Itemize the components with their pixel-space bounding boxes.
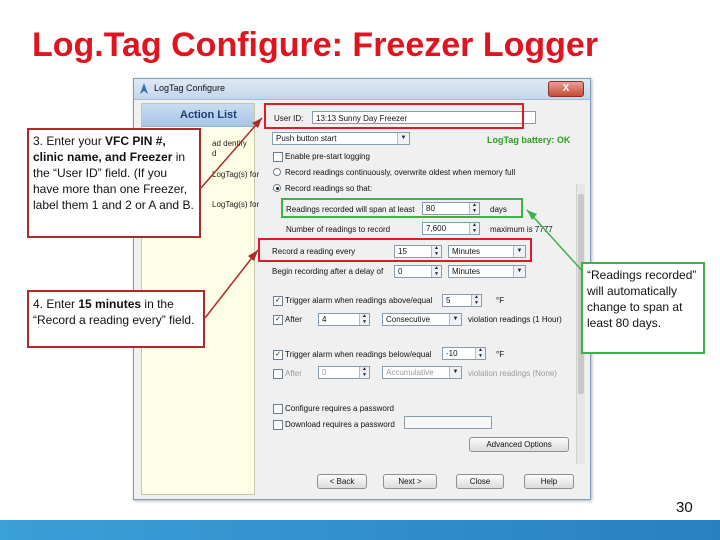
action-list-item[interactable]: LogTag(s) for [212,200,259,209]
advanced-options-button[interactable]: Advanced Options [469,437,569,452]
chevron-down-icon: ▼ [397,133,409,144]
back-button[interactable]: < Back [317,474,367,489]
spin-arrows-icon[interactable]: ▲ ▼ [359,366,369,378]
slide-title: Log.Tag Configure: Freezer Logger [32,26,599,64]
chevron-down-icon: ▼ [449,367,461,378]
alarm-below-after-checkbox[interactable] [273,369,283,379]
enable-pre-start-checkbox[interactable] [273,152,283,162]
record-continuously-label: Record readings continuously, overwrite … [285,168,516,177]
record-continuously-radio[interactable] [273,168,281,176]
alarm-above-after-value: 4 [322,315,327,324]
user-id-highlight [264,103,524,129]
chevron-down-icon: ▼ [513,266,525,277]
alarm-above-after-label: After [285,315,302,324]
download-password-checkbox[interactable] [273,420,283,430]
footer-bar [0,520,720,540]
begin-delay-input[interactable]: 0 ▲ ▼ [394,265,442,278]
alarm-above-input[interactable]: 5 ▲ ▼ [442,294,482,307]
enable-pre-start-label: Enable pre-start logging [285,152,370,161]
callout-text: 4. Enter [33,297,79,311]
action-list-title: Action List [180,109,237,121]
help-button[interactable]: Help [524,474,574,489]
number-of-readings-value: 7,600 [426,224,447,233]
alarm-below-after-input[interactable]: 0 ▲ ▼ [318,366,370,379]
alarm-above-after-input[interactable]: 4 ▲ ▼ [318,313,370,326]
record-so-that-label: Record readings so that: [285,184,373,193]
action-list-item[interactable]: d [212,149,216,158]
logtag-configure-window: LogTag Configure X Action List ad dentif… [133,78,591,500]
alarm-above-mode-select[interactable]: Consecutive ▼ [382,313,462,326]
logtag-app-icon [140,83,148,94]
begin-delay-unit-value: Minutes [452,267,481,276]
callout-text: 3. Enter your [33,134,106,148]
readings-span-highlight [281,198,523,218]
user-id-callout: 3. Enter your VFC PIN #, clinic name, an… [27,128,201,238]
maximum-readings-label: maximum is 7777 [490,225,553,234]
alarm-below-input[interactable]: -10 ▲ ▼ [442,347,486,360]
alarm-below-checkbox[interactable]: ✓ [273,350,283,360]
alarm-below-mode-select[interactable]: Accumulative ▼ [382,366,462,379]
spin-arrows-icon[interactable]: ▲ ▼ [359,313,369,325]
alarm-below-value: -10 [446,349,458,358]
download-password-label: Download requires a password [285,420,395,429]
alarm-above-unit: °F [496,296,505,305]
action-list-header: Action List [142,104,254,127]
action-list-item[interactable]: ad dentify [212,139,247,148]
start-method-select[interactable]: Push button start ▼ [272,132,410,145]
record-so-that-radio[interactable] [273,184,281,192]
alarm-below-label: Trigger alarm when readings below/equal [285,350,432,359]
battery-status: LogTag battery: OK [487,135,571,145]
alarm-above-value: 5 [446,296,451,305]
page-number: 30 [676,499,693,516]
record-every-callout: 4. Enter 15 minutes in the “Record a rea… [27,290,205,348]
spin-arrows-icon[interactable]: ▲ ▼ [431,265,441,277]
configure-password-checkbox[interactable] [273,404,283,414]
readings-span-callout: “Readings recorded” will automatically c… [581,262,705,354]
action-list-item[interactable]: LogTag(s) for [212,170,259,179]
start-method-value: Push button start [276,134,337,143]
alarm-below-after-label: After [285,369,302,378]
alarm-above-mode-suffix: violation readings (1 Hour) [468,315,562,324]
close-button[interactable]: Close [456,474,504,489]
configure-password-label: Configure requires a password [285,404,394,413]
alarm-above-label: Trigger alarm when readings above/equal [285,296,433,305]
spin-arrows-icon[interactable]: ▲ ▼ [475,347,485,359]
password-input[interactable] [404,416,492,429]
alarm-below-mode-suffix: violation readings (None) [468,369,557,378]
alarm-below-mode-value: Accumulative [386,368,434,377]
number-of-readings-label: Number of readings to record [286,225,391,234]
begin-delay-unit-select[interactable]: Minutes ▼ [448,265,526,278]
spin-arrows-icon[interactable]: ▲ ▼ [471,294,481,306]
alarm-below-unit: °F [496,350,505,359]
chevron-down-icon: ▼ [449,314,461,325]
window-close-button[interactable]: X [548,81,584,97]
alarm-above-mode-value: Consecutive [386,315,431,324]
begin-delay-value: 0 [398,267,403,276]
next-button[interactable]: Next > [383,474,437,489]
alarm-above-checkbox[interactable]: ✓ [273,296,283,306]
record-every-highlight [258,238,532,262]
callout-emphasis: 15 minutes [78,297,142,311]
alarm-below-after-value: 0 [322,368,327,377]
alarm-above-after-checkbox[interactable]: ✓ [273,315,283,325]
window-title: LogTag Configure [154,83,226,93]
window-titlebar: LogTag Configure X [134,79,590,100]
spin-arrows-icon[interactable]: ▲ ▼ [469,222,479,234]
begin-delay-label: Begin recording after a delay of [272,267,384,276]
number-of-readings-input[interactable]: 7,600 ▲ ▼ [422,222,480,235]
